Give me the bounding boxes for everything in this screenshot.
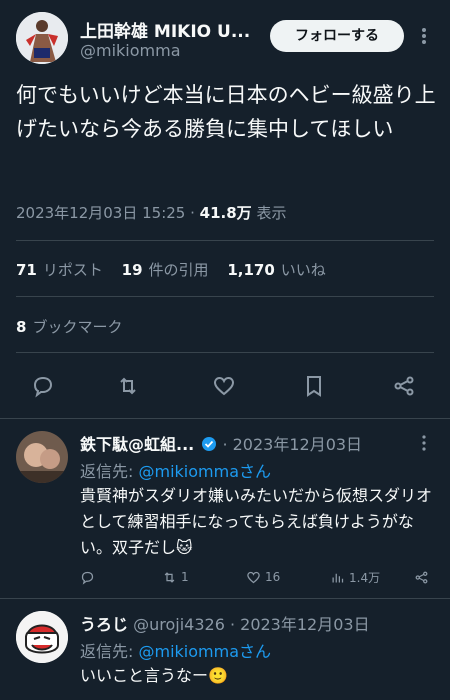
reply-date[interactable]: · 2023年12月03日 — [222, 435, 362, 454]
reply-to-handle[interactable]: @mikiommaさん — [138, 462, 271, 481]
like-icon[interactable]: 16 — [246, 567, 280, 587]
like-icon[interactable] — [212, 374, 240, 402]
follow-button[interactable]: フォローする — [270, 20, 404, 52]
bookmark-icon[interactable] — [302, 374, 330, 402]
reply-header: うろじ @uroji4326 · 2023年12月03日 — [80, 611, 410, 635]
divider — [16, 240, 434, 241]
more-options-icon[interactable] — [414, 433, 434, 453]
divider — [0, 418, 450, 419]
reply-avatar[interactable] — [16, 611, 68, 663]
verified-badge-icon — [202, 437, 217, 451]
reply-to: 返信先: @mikiommaさん — [80, 462, 271, 481]
share-icon[interactable] — [414, 567, 429, 587]
repost-icon[interactable]: 1 — [162, 567, 189, 587]
view-count: 41.8万 — [199, 204, 252, 222]
view-label: 表示 — [251, 204, 287, 222]
like-count: 16 — [265, 570, 281, 584]
more-options-icon[interactable] — [414, 22, 434, 50]
divider — [0, 598, 450, 599]
reply-date[interactable]: · 2023年12月03日 — [225, 615, 370, 634]
tweet-timestamp[interactable]: 2023年12月03日 15:25 · — [16, 204, 200, 222]
reply-icon[interactable] — [31, 374, 59, 402]
quotes-stat[interactable]: 19 件の引用 — [122, 261, 209, 279]
reply-text: いいこと言うなー🙂 — [80, 666, 228, 685]
share-icon[interactable] — [392, 374, 420, 402]
view-count: 1.4万 — [349, 570, 381, 585]
tweet-text: 何でもいいけど本当に日本のヘビー級盛り上げたいなら今ある勝負に集中してほしい — [16, 83, 436, 141]
reposts-stat[interactable]: 71 リポスト — [16, 261, 103, 279]
author-name[interactable]: 上田幹雄 MIKIO U... — [80, 17, 260, 42]
likes-stat[interactable]: 1,170 いいね — [227, 261, 325, 279]
reply-header: 鉄下駄@虹組... · 2023年12月03日 — [80, 431, 410, 455]
reply-avatar[interactable] — [16, 431, 68, 483]
tweet-actions — [0, 370, 450, 406]
engagement-stats: 71 リポスト 19 件の引用 1,170 いいね — [16, 259, 340, 280]
repost-count: 1 — [181, 570, 189, 584]
divider — [16, 296, 434, 297]
tweet-meta: 2023年12月03日 15:25 · 41.8万 表示 — [16, 202, 286, 223]
divider — [16, 352, 434, 353]
reply-icon[interactable] — [80, 567, 95, 587]
reply-author-name[interactable]: うろじ — [80, 615, 128, 634]
author-avatar[interactable] — [16, 12, 68, 64]
reply-author-handle[interactable]: @uroji4326 — [128, 615, 225, 634]
repost-icon[interactable] — [116, 374, 144, 402]
tweet-header: 上田幹雄 MIKIO U... @mikiomma フォローする — [0, 0, 450, 74]
reply-author-name[interactable]: 鉄下駄@虹組... — [80, 435, 194, 454]
reply-text: 貴賢神がスダリオ嫌いみたいだから仮想スダリオとして練習相手になってもらえば負けよ… — [80, 486, 433, 557]
bookmarks-stat[interactable]: 8 ブックマーク — [16, 316, 122, 337]
reply-to: 返信先: @mikiommaさん — [80, 642, 271, 661]
views-icon[interactable]: 1.4万 — [330, 567, 380, 587]
author-handle[interactable]: @mikiomma — [80, 41, 181, 60]
reply-actions: 1 16 1.4万 — [80, 567, 434, 587]
reply-to-handle[interactable]: @mikiommaさん — [138, 642, 271, 661]
